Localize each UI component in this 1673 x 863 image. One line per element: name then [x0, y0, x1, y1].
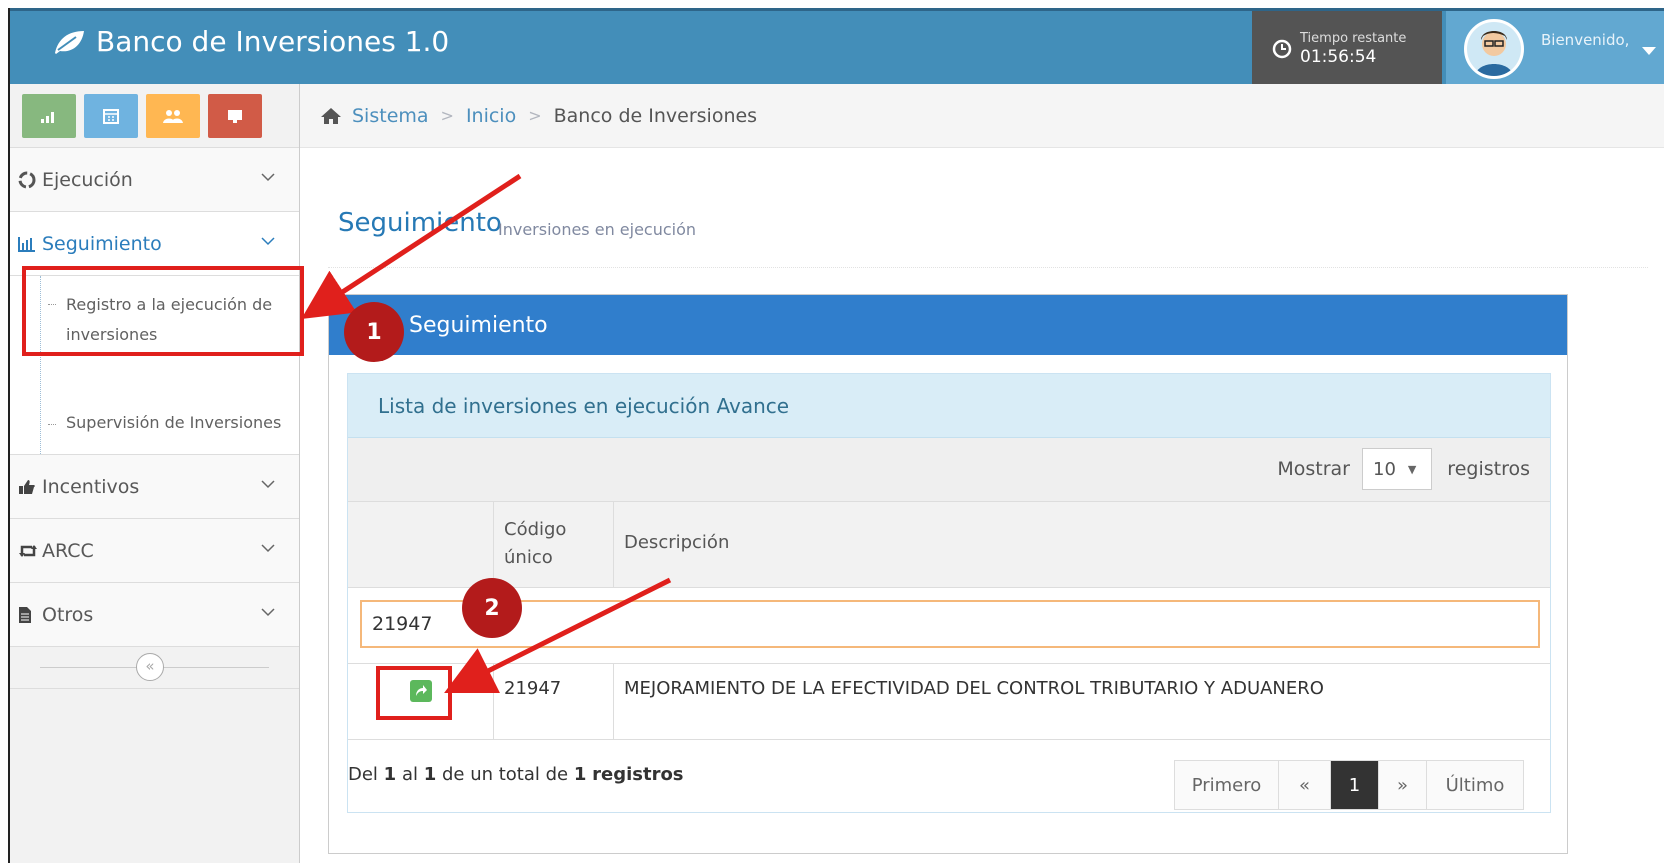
row-description-cell: MEJORAMIENTO DE LA EFECTIVIDAD DEL CONTR… — [624, 678, 1324, 699]
table-row: 21947 MEJORAMIENTO DE LA EFECTIVIDAD DEL… — [348, 664, 1550, 740]
page-title: Seguimiento — [338, 208, 502, 238]
home-icon — [321, 107, 341, 124]
leaf-icon — [55, 30, 84, 54]
table-toolbar: Mostrar 10 ▼ registros — [348, 438, 1550, 502]
pager-prev-button[interactable]: « — [1279, 761, 1331, 809]
pager-first-button[interactable]: Primero — [1175, 761, 1279, 809]
investments-panel: Lista de inversiones en ejecución Avance… — [347, 373, 1551, 813]
submenu-item-supervision[interactable]: Supervisión de Inversiones — [10, 396, 299, 454]
users-shortcut-button[interactable] — [146, 94, 200, 138]
sidebar-item-incentivos[interactable]: Incentivos — [10, 455, 299, 519]
breadcrumb-link-inicio[interactable]: Inicio — [466, 105, 516, 127]
column-header-codigo[interactable]: Código único — [494, 502, 614, 588]
select-arrow-icon: ▼ — [1407, 462, 1417, 476]
timer-value: 01:56:54 — [1300, 46, 1377, 67]
breadcrumb-separator: > — [528, 106, 542, 125]
session-timer: Tiempo restante 01:56:54 — [1252, 11, 1442, 87]
sidebar-item-label: Incentivos — [42, 475, 140, 498]
sidebar-item-label: ARCC — [42, 539, 94, 562]
sidebar-collapse: « — [10, 647, 299, 689]
pager-last-button[interactable]: Último — [1427, 761, 1523, 809]
sidebar-item-arcc[interactable]: ARCC — [10, 519, 299, 583]
table-footer: Del 1 al 1 de un total de 1 registros Pr… — [348, 744, 1552, 814]
step-2-badge: 2 — [462, 578, 522, 638]
monitor-shortcut-button[interactable] — [208, 94, 262, 138]
clock-icon — [1272, 39, 1292, 59]
filter-row — [348, 588, 1550, 664]
bar-chart-icon — [18, 236, 42, 252]
seguimiento-widget: Seguimiento Lista de inversiones en ejec… — [328, 294, 1568, 854]
recycle-icon — [18, 171, 42, 189]
sidebar-item-label: Ejecución — [42, 168, 133, 191]
users-icon — [163, 110, 183, 123]
pager-page-1[interactable]: 1 — [1331, 761, 1379, 809]
row-code-cell: 21947 — [494, 664, 614, 740]
highlight-box-registro — [22, 266, 304, 356]
user-menu[interactable]: Bienvenido, — [1446, 11, 1664, 87]
app-title: Banco de Inversiones 1.0 — [96, 25, 450, 58]
column-header-descripcion[interactable]: Descripción — [624, 532, 729, 553]
calendar-shortcut-button[interactable] — [84, 94, 138, 138]
chevron-down-icon — [261, 480, 275, 489]
show-label: Mostrar — [1277, 458, 1350, 480]
widget-title: Seguimiento — [409, 312, 548, 338]
records-label: registros — [1447, 458, 1530, 480]
file-icon — [18, 606, 42, 624]
page-header: Seguimiento Inversiones en ejecución — [328, 198, 1648, 268]
chart-shortcut-button[interactable] — [22, 94, 76, 138]
monitor-icon — [228, 110, 242, 123]
pagination-info: Del 1 al 1 de un total de 1 registros — [348, 764, 684, 785]
collapse-sidebar-button[interactable]: « — [136, 653, 164, 681]
sidebar-item-label: Otros — [42, 603, 94, 626]
chevron-down-icon — [261, 608, 275, 617]
retweet-icon — [18, 544, 42, 558]
thumbs-up-icon — [18, 479, 42, 495]
chevron-down-icon — [261, 173, 275, 182]
highlight-box-button — [376, 666, 452, 720]
sidebar: Ejecución Seguimiento Registro a la ejec… — [10, 84, 300, 863]
navbar: Banco de Inversiones 1.0 Tiempo restante… — [10, 8, 1664, 87]
code-filter-input[interactable] — [360, 600, 1540, 648]
brand[interactable]: Banco de Inversiones 1.0 — [52, 25, 449, 58]
sidebar-item-otros[interactable]: Otros — [10, 583, 299, 647]
table-header: Código único Descripción — [348, 502, 1550, 588]
pager-next-button[interactable]: » — [1379, 761, 1427, 809]
calendar-icon — [103, 109, 119, 124]
page-size-select[interactable]: 10 ▼ — [1362, 448, 1432, 490]
chevron-down-icon — [261, 544, 275, 553]
panel-title: Lista de inversiones en ejecución Avance — [348, 374, 1550, 438]
chevron-down-icon — [261, 237, 275, 246]
submenu-item-label: Supervisión de Inversiones — [66, 413, 282, 432]
page-size-value: 10 — [1373, 458, 1396, 480]
breadcrumb-separator: > — [440, 106, 454, 125]
step-1-badge: 1 — [344, 302, 404, 362]
caret-down-icon[interactable] — [1642, 47, 1656, 55]
pagination: Primero « 1 » Último — [1174, 760, 1524, 810]
page-subtitle: Inversiones en ejecución — [498, 220, 697, 239]
column-header-actions — [348, 502, 494, 588]
signal-icon — [41, 112, 54, 123]
sidebar-item-ejecucion[interactable]: Ejecución — [10, 148, 299, 212]
welcome-text: Bienvenido, — [1541, 31, 1630, 49]
app-frame: Banco de Inversiones 1.0 Tiempo restante… — [8, 8, 1664, 863]
timer-label: Tiempo restante — [1300, 30, 1407, 46]
breadcrumb: Sistema > Inicio > Banco de Inversiones — [300, 84, 1664, 148]
widget-header: Seguimiento — [329, 295, 1567, 355]
sidebar-item-label: Seguimiento — [42, 232, 162, 255]
breadcrumb-current: Banco de Inversiones — [553, 104, 758, 127]
sidebar-shortcuts — [10, 84, 299, 148]
avatar — [1464, 19, 1524, 79]
breadcrumb-link-sistema[interactable]: Sistema — [352, 105, 429, 127]
